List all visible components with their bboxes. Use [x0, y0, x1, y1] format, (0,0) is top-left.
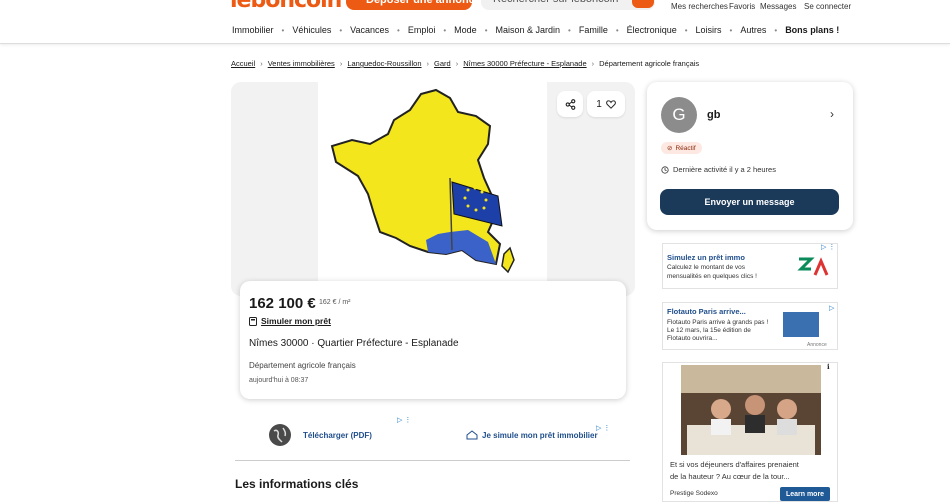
- adchoices-icon[interactable]: ▷ ⋮: [821, 243, 835, 251]
- breadcrumb-current: Département agricole français: [599, 59, 700, 68]
- bank-logo: [797, 257, 829, 276]
- globe-icon: [269, 424, 291, 446]
- listing-price: 162 100 €: [249, 295, 316, 312]
- download-pdf-link[interactable]: Télécharger (PDF): [303, 431, 372, 440]
- my-searches-link[interactable]: Mes recherches: [671, 2, 728, 11]
- nav-mode[interactable]: Mode: [454, 25, 477, 35]
- nav-loisirs[interactable]: Loisirs: [696, 25, 722, 35]
- france-map-image: [330, 88, 515, 274]
- heart-icon: [605, 99, 616, 109]
- category-nav: Immobilier • Véhicules • Vacances • Emploi •…: [232, 25, 840, 35]
- listing-date: aujourd'hui à 08:37: [249, 377, 309, 384]
- simulate-loan-label: Simuler mon prêt: [261, 316, 331, 326]
- messages-link[interactable]: Messages: [760, 2, 796, 11]
- ad-banner-flotauto[interactable]: Flotauto Paris arrive... Flotauto Paris …: [662, 302, 838, 350]
- clock-icon: ⊘: [667, 145, 673, 152]
- nav-vacances[interactable]: Vacances: [350, 25, 389, 35]
- listing-title: Département agricole français: [249, 361, 356, 370]
- nav-maison-jardin[interactable]: Maison & Jardin: [496, 25, 561, 35]
- listing-photo[interactable]: [318, 82, 547, 296]
- search-input[interactable]: Rechercher sur leboncoin: [481, 0, 655, 10]
- favorite-count: 1: [596, 98, 602, 110]
- ad-credit-text-1: Calculez le montant de vos: [667, 264, 746, 271]
- share-icon: [565, 98, 575, 110]
- ad-banner-sodexo[interactable]: ℹ Et si vos déjeuners d'affaires prenaie…: [662, 362, 838, 502]
- ad-sodexo-image: [681, 365, 821, 455]
- nav-famille[interactable]: Famille: [579, 25, 608, 35]
- ad-credit-title[interactable]: Simulez un prêt immo: [667, 253, 745, 262]
- adchoices-icon[interactable]: ▷: [829, 304, 834, 312]
- house-icon: [466, 430, 478, 440]
- nav-emploi[interactable]: Emploi: [408, 25, 436, 35]
- chevron-right-icon[interactable]: ›: [830, 107, 834, 121]
- favorite-button[interactable]: 1: [587, 91, 625, 117]
- breadcrumb-departement[interactable]: Gard: [434, 59, 451, 68]
- photo-gallery[interactable]: 1: [231, 82, 635, 296]
- ad-flotauto-text-2: Le 12 mars, la 15e édition de: [667, 327, 751, 334]
- share-button[interactable]: [557, 91, 583, 117]
- breadcrumb-accueil[interactable]: Accueil: [231, 59, 255, 68]
- breadcrumb: Accueil › Ventes immobilières › Languedoc-…: [231, 59, 700, 68]
- breadcrumb-ville[interactable]: Nîmes 30000 Préfecture - Esplanade: [463, 59, 586, 68]
- listing-info-card: 162 100 € 162 € / m² Simuler mon prêt Nî…: [240, 281, 626, 399]
- ad-flotauto-text-1: Flotauto Paris arrive à grands pas !: [667, 319, 769, 326]
- seller-card: G gb › ⊘ Réactif Dernière activité il y …: [647, 82, 853, 230]
- adchoices-icon[interactable]: ▷ ⋮: [397, 416, 411, 424]
- section-title: Les informations clés: [235, 477, 359, 491]
- send-message-button[interactable]: Envoyer un message: [660, 189, 839, 215]
- ad-flotauto-title[interactable]: Flotauto Paris arrive...: [667, 307, 746, 316]
- nav-electronique[interactable]: Électronique: [627, 25, 677, 35]
- adchoices-icon[interactable]: ▷ ⋮: [596, 424, 610, 432]
- favorites-link[interactable]: Favoris: [729, 2, 755, 11]
- ad-sodexo-text-1: Et si vos déjeuners d'affaires prenaient: [670, 460, 799, 469]
- section-divider: [235, 460, 630, 461]
- status-badge: ⊘ Réactif: [661, 142, 702, 154]
- info-icon[interactable]: ℹ: [827, 363, 830, 371]
- ad-sodexo-sponsor: Prestige Sodexo: [670, 490, 718, 497]
- price-per-m2: 162 € / m²: [319, 299, 351, 306]
- top-bar: leboncoin Déposer une annonce Rechercher…: [0, 0, 950, 44]
- ad-flotauto-image: [783, 312, 819, 337]
- simulate-loan-link[interactable]: Simuler mon prêt: [249, 316, 331, 326]
- login-link[interactable]: Se connecter: [804, 2, 851, 11]
- simulate-mortgage-ad[interactable]: Je simule mon prêt immobilier: [482, 431, 598, 440]
- ad-banner-credit[interactable]: Simulez un prêt immo Calculez le montant…: [662, 243, 838, 289]
- logo[interactable]: leboncoin: [230, 0, 342, 13]
- history-icon: [661, 165, 669, 174]
- avatar[interactable]: G: [661, 97, 697, 133]
- seller-name[interactable]: gb: [707, 109, 720, 121]
- listing-location[interactable]: Nîmes 30000 · Quartier Préfecture - Espl…: [249, 338, 459, 349]
- nav-autres[interactable]: Autres: [740, 25, 766, 35]
- nav-bons-plans[interactable]: Bons plans !: [785, 25, 839, 35]
- nav-vehicules[interactable]: Véhicules: [292, 25, 331, 35]
- breadcrumb-ventes[interactable]: Ventes immobilières: [268, 59, 335, 68]
- search-button[interactable]: [632, 0, 654, 8]
- calculator-icon: [249, 316, 257, 326]
- ad-sodexo-text-2: de la hauteur ? Au cœur de la tour...: [670, 472, 790, 481]
- learn-more-button[interactable]: Learn more: [780, 487, 830, 501]
- ad-flotauto-text-3: Flotauto ouvrira...: [667, 335, 718, 342]
- nav-immobilier[interactable]: Immobilier: [232, 25, 274, 35]
- ad-label: Annonce: [807, 342, 827, 348]
- post-ad-button[interactable]: Déposer une annonce: [346, 0, 472, 10]
- breadcrumb-region[interactable]: Languedoc-Roussillon: [347, 59, 421, 68]
- last-activity-label: Dernière activité il y a 2 heures: [673, 165, 776, 174]
- badge-label: Réactif: [675, 144, 696, 152]
- ad-credit-text-2: mensualités en quelques clics !: [667, 273, 757, 280]
- last-activity: Dernière activité il y a 2 heures: [661, 165, 776, 174]
